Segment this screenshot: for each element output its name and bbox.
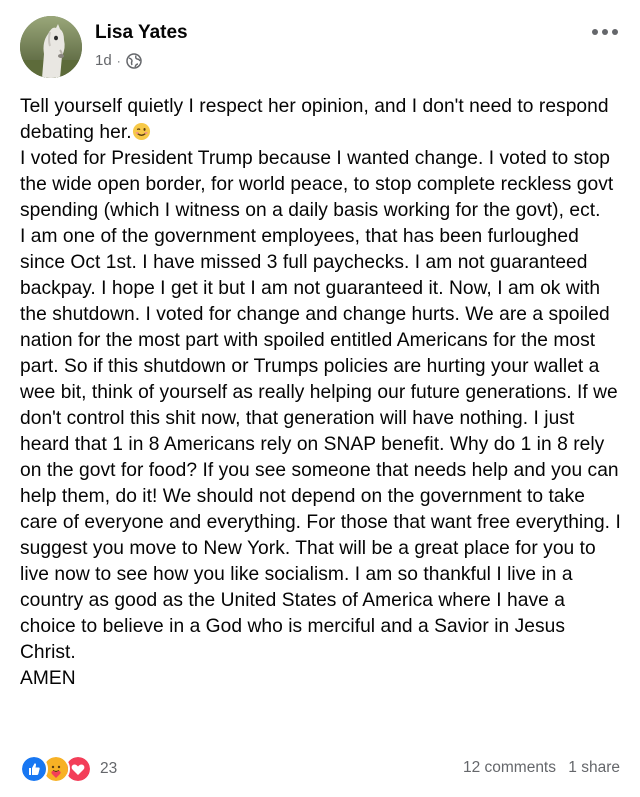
comments-count-link[interactable]: 12 comments [463,759,556,777]
post-paragraph: Tell yourself quietly I respect her opin… [20,96,609,143]
post-meta: 1d · [95,52,142,69]
post-footer: 23 12 comments 1 share [20,755,620,783]
avatar[interactable] [20,16,82,78]
post-paragraph: I am one of the government employees, th… [20,226,621,663]
facebook-post: Lisa Yates 1d · Tell yourself quietly I … [0,0,640,797]
post-timestamp[interactable]: 1d [95,52,112,69]
like-icon [20,755,48,783]
post-header: Lisa Yates 1d · [20,16,620,80]
reaction-count: 23 [100,760,118,777]
post-body: Tell yourself quietly I respect her opin… [20,94,626,692]
meta-separator: · [116,53,121,68]
winking-face-emoji [132,122,150,141]
post-paragraph: AMEN [20,668,76,689]
more-horizontal-icon[interactable] [590,22,620,42]
globe-icon [125,52,142,69]
avatar-horse-image [20,16,82,78]
post-paragraph: I voted for President Trump because I wa… [20,148,614,221]
shares-count-link[interactable]: 1 share [568,759,620,777]
reactions-summary[interactable]: 23 [20,755,118,783]
author-name[interactable]: Lisa Yates [95,22,188,44]
